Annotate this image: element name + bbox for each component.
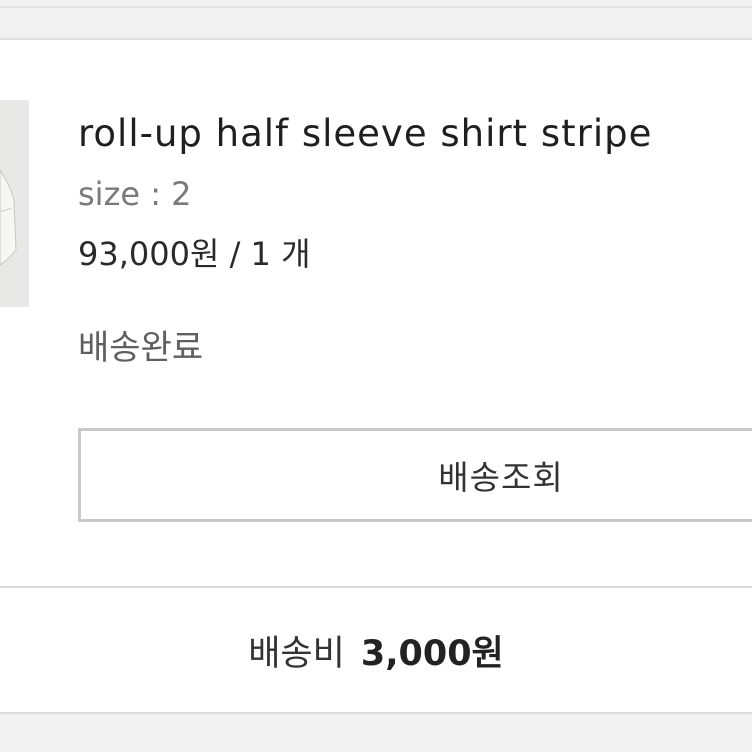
price-quantity: 93,000원 / 1 개 bbox=[78, 235, 311, 273]
product-thumbnail[interactable] bbox=[0, 100, 29, 307]
order-screen: roll-up half sleeve shirt stripe size : … bbox=[0, 0, 752, 752]
product-name[interactable]: roll-up half sleeve shirt stripe bbox=[78, 110, 652, 158]
product-option: size : 2 bbox=[78, 175, 192, 213]
track-delivery-label: 배송조회 bbox=[438, 458, 564, 497]
bottom-divider bbox=[0, 714, 752, 752]
shirt-image bbox=[0, 100, 29, 307]
shipping-fee-row: 배송비 3,000원 bbox=[0, 588, 752, 714]
shipping-fee-label: 배송비 bbox=[248, 633, 345, 674]
track-delivery-button[interactable]: 배송조회 bbox=[78, 428, 752, 522]
order-item-card: roll-up half sleeve shirt stripe size : … bbox=[0, 40, 752, 588]
delivery-status: 배송완료 bbox=[78, 328, 204, 368]
shipping-fee-amount: 3,000원 bbox=[360, 633, 504, 674]
top-divider bbox=[0, 0, 752, 40]
